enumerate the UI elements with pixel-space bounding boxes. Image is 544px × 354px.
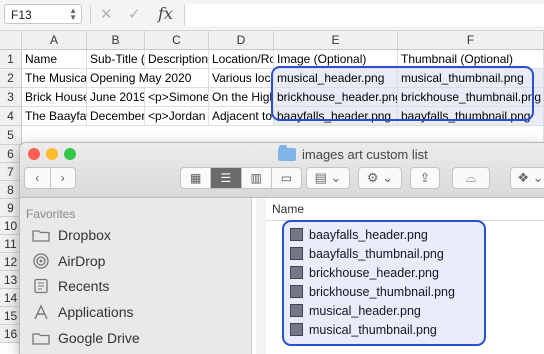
spreadsheet-grid: A B C D E F 1 2 3 4 5 Name Sub-Title (i … [0,31,544,145]
sidebar-item-label: Applications [58,304,134,320]
share-button[interactable]: ⇪ [410,167,440,189]
finder-sidebar: Favorites Dropbox AirDrop Recents Applic… [20,198,252,354]
cell-a1[interactable]: Name [22,50,87,69]
sidebar-item-dropbox[interactable]: Dropbox [32,224,111,246]
spreadsheet-highlight-callout [271,66,534,121]
forward-button[interactable]: › [51,168,76,188]
sidebar-item-label: Dropbox [58,227,111,243]
gear-icon: ⚙ ⌄ [366,170,394,185]
fx-icon[interactable]: fx [158,4,173,23]
sidebar-item-label: Recents [58,278,110,294]
column-header-b[interactable]: B [87,31,145,50]
sidebar-item-airdrop[interactable]: AirDrop [32,250,105,272]
folder-icon [278,144,296,161]
row-header[interactable]: 4 [0,107,22,126]
formula-bar: F13 ▲ ▼ ✕ ✓ fx [0,0,544,31]
sidebar-item-applications[interactable]: Applications [32,301,134,323]
share-icon: ⇪ [419,170,431,185]
column-header-c[interactable]: C [145,31,209,50]
cell-b1[interactable]: Sub-Title (i [87,50,145,69]
dropbox-icon: ❖ ⌄ [517,170,544,185]
row-header[interactable]: 10 [0,217,22,235]
row-header[interactable]: 7 [0,163,22,181]
folder-icon [32,227,50,243]
file-list: Name baayfalls_header.png baayfalls_thum… [266,198,544,354]
formula-separator [90,6,91,24]
row-header[interactable]: 16 [0,325,22,343]
check-icon[interactable]: ✓ [128,5,141,23]
cell-c4[interactable]: <p>Jordan [145,107,209,126]
list-view-icon[interactable]: ☰ [211,168,242,188]
row-header[interactable]: 1 [0,50,22,69]
sidebar-item-google-drive[interactable]: Google Drive [32,327,140,349]
column-header-e[interactable]: E [274,31,398,50]
row-header[interactable]: 6 [0,145,22,163]
cell-b2[interactable]: Opening May 2020 [87,69,209,88]
file-list-highlight-callout [282,220,486,346]
sidebar-item-label: Google Drive [58,330,140,346]
sidebar-heading-favorites: Favorites [26,207,76,221]
cell-d4[interactable]: Adjacent to t [209,107,274,126]
close-window-button[interactable] [28,148,40,160]
finder-window: images art custom list ‹ › ▦ ☰ ▥ ▭ ▤ ⌄ ⚙… [20,143,544,354]
cell-a4[interactable]: The Baayfall [22,107,87,126]
row-header[interactable]: 12 [0,253,22,271]
name-box[interactable]: F13 ▲ ▼ [4,4,82,24]
row-header[interactable]: 13 [0,271,22,289]
applications-icon [32,304,50,320]
name-box-stepper-icon[interactable]: ▲ ▼ [69,7,77,22]
dropbox-toolbar-button[interactable]: ❖ ⌄ [510,167,544,189]
folder-icon [32,330,50,346]
row-header[interactable]: 11 [0,235,22,253]
column-header-f[interactable]: F [398,31,544,50]
cell-d3[interactable]: On the High [209,88,274,107]
cell-a3[interactable]: Brick House , [22,88,87,107]
back-button[interactable]: ‹ [25,168,51,188]
formula-input[interactable] [184,4,544,26]
row-header[interactable]: 9 [0,199,22,217]
group-by-button[interactable]: ▤ ⌄ [306,167,350,189]
group-icon: ▤ ⌄ [314,170,342,185]
row-header[interactable]: 14 [0,289,22,307]
row-header[interactable]: 3 [0,88,22,107]
airdrop-icon [32,253,50,269]
column-view-icon[interactable]: ▥ [242,168,272,188]
icon-view-icon[interactable]: ▦ [181,168,212,188]
row-header[interactable]: 15 [0,307,22,325]
sidebar-item-recents[interactable]: Recents [32,275,109,297]
view-mode-control: ▦ ☰ ▥ ▭ [180,167,302,189]
row-header[interactable]: 2 [0,69,22,88]
finder-titlebar: images art custom list ‹ › ▦ ☰ ▥ ▭ ▤ ⌄ ⚙… [20,143,544,198]
name-column-header[interactable]: Name [266,198,544,221]
zoom-window-button[interactable] [64,148,76,160]
sidebar-item-label: AirDrop [58,253,106,269]
cell-a2[interactable]: The Musical [22,69,87,88]
window-title: images art custom list [278,144,428,162]
column-header-d[interactable]: D [209,31,274,50]
cell-c3[interactable]: <p>Simone [145,88,209,107]
window-title-text: images art custom list [302,146,428,162]
clock-icon [32,278,50,294]
nav-buttons: ‹ › [24,167,76,189]
tag-icon: ⌓ [465,170,477,185]
cell-d2[interactable]: Various loca [209,69,274,88]
row-header[interactable]: 8 [0,181,22,199]
tags-button[interactable]: ⌓ [452,167,490,189]
column-header-a[interactable]: A [22,31,87,50]
cell-c1[interactable]: Description ( [145,50,209,69]
x-icon[interactable]: ✕ [100,5,113,23]
cell-b4[interactable]: December [87,107,145,126]
minimize-window-button[interactable] [46,148,58,160]
row-header[interactable]: 5 [0,126,22,145]
select-all-corner[interactable] [0,31,22,50]
gallery-view-icon[interactable]: ▭ [272,168,301,188]
cell-b3[interactable]: June 2019 [87,88,145,107]
action-menu-button[interactable]: ⚙ ⌄ [358,167,402,189]
cell-d1[interactable]: Location/Roo [209,50,274,69]
name-column-label: Name [272,202,305,216]
name-box-value: F13 [11,8,32,22]
